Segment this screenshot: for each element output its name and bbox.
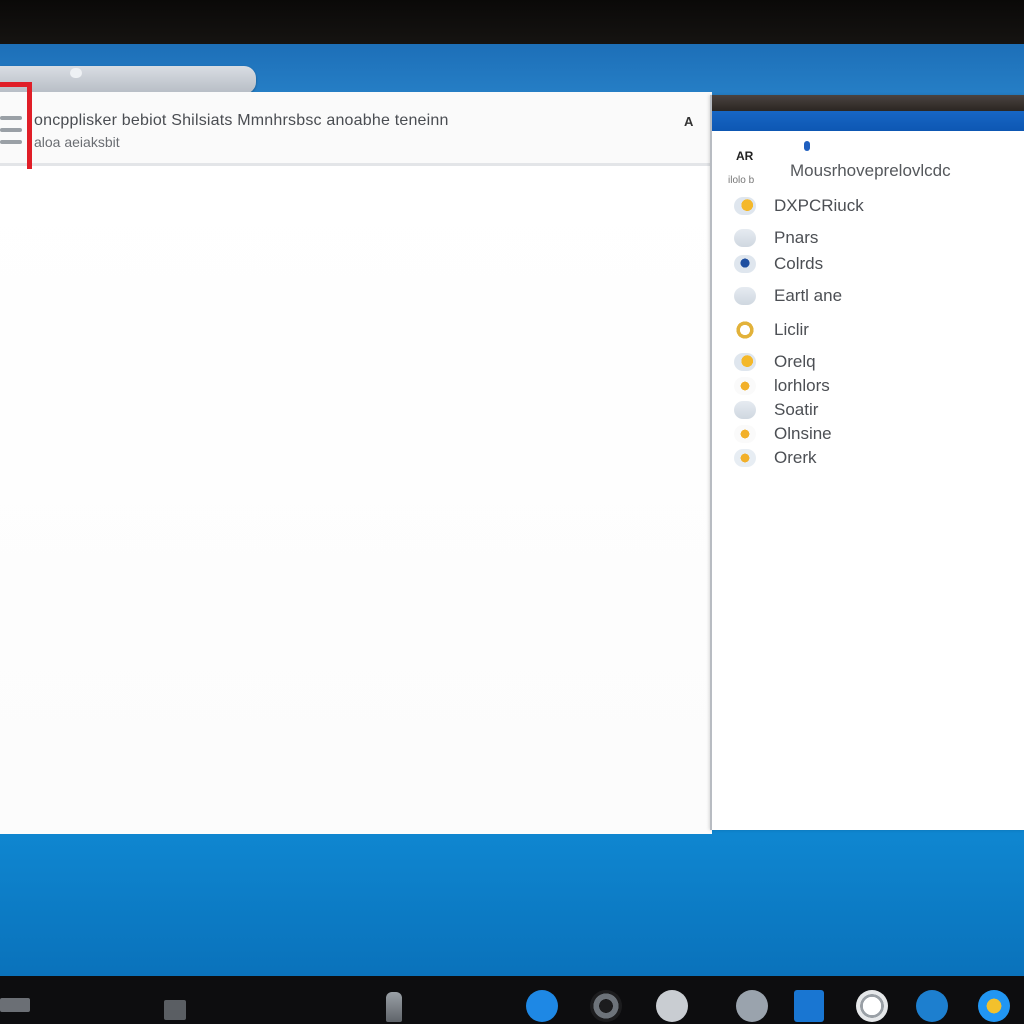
side-panel-item-label: Pnars — [774, 228, 819, 247]
pin-icon[interactable] — [804, 141, 810, 151]
side-panel-item[interactable]: Eartl ane — [712, 283, 1024, 311]
side-panel-item-label: Eartl ane — [774, 286, 843, 305]
sun-cloud-icon — [734, 197, 756, 215]
start-button[interactable] — [0, 998, 30, 1012]
header-subtitle: aloa aeiaksbit — [34, 134, 120, 150]
side-panel-heading: Mousrhoveprelovlcdc — [790, 161, 951, 180]
side-panel-item-label: Olnsine — [774, 424, 832, 443]
header-title: oncpplisker bebiot Shilsiats Mmnhrsbsc a… — [34, 112, 449, 129]
side-panel-item-label: Orelq — [774, 352, 816, 371]
side-panel-item-label: Soatir — [774, 400, 819, 419]
pin-icon — [734, 255, 756, 273]
side-panel-badge: AR — [736, 149, 754, 163]
sun-icon — [734, 425, 756, 443]
cloud-icon — [734, 401, 756, 419]
app-globe-icon[interactable] — [916, 990, 948, 1022]
side-panel-item-label: lorhlors — [774, 376, 830, 395]
sun-badge-icon — [734, 449, 756, 467]
app-figure-icon[interactable] — [656, 990, 688, 1022]
tab-favicon-icon — [70, 68, 82, 78]
app-circle-icon[interactable] — [856, 990, 888, 1022]
side-panel-item-label: Colrds — [774, 254, 824, 273]
camera-app-icon[interactable] — [590, 990, 622, 1022]
sun-icon — [734, 377, 756, 395]
taskbar — [0, 976, 1024, 1024]
main-content-area[interactable] — [0, 169, 712, 834]
ring-icon — [734, 321, 756, 339]
side-panel-item[interactable]: Orerk — [712, 445, 1024, 473]
side-panel-content: AR ilolo b Mousrhoveprelovlcdc DXPCRiuck… — [712, 131, 1024, 830]
side-panel-titlebar[interactable] — [712, 95, 1024, 111]
main-window: oncpplisker bebiot Shilsiats Mmnhrsbsc a… — [0, 82, 712, 834]
monitor-bezel — [0, 0, 1024, 44]
side-panel: AR ilolo b Mousrhoveprelovlcdc DXPCRiuck… — [710, 95, 1024, 830]
side-panel-item[interactable]: DXPCRiuck — [712, 193, 1024, 221]
side-panel-item[interactable]: Liclir — [712, 317, 1024, 345]
side-panel-accent-bar — [712, 111, 1024, 131]
weather-app-icon[interactable] — [978, 990, 1010, 1022]
side-panel-item[interactable]: Pnars — [712, 225, 1024, 253]
side-panel-item-label: Liclir — [774, 320, 809, 339]
header-corner-button[interactable]: A — [684, 114, 693, 129]
cloud-icon — [734, 287, 756, 305]
cloud-icon — [734, 229, 756, 247]
sun-cloud-icon — [734, 353, 756, 371]
browser-tab[interactable] — [0, 66, 256, 94]
side-panel-item[interactable]: Colrds — [712, 251, 1024, 279]
file-explorer-icon[interactable] — [164, 1000, 186, 1020]
side-panel-sublabel: ilolo b — [728, 175, 755, 186]
edge-browser-icon[interactable] — [526, 990, 558, 1022]
security-app-icon[interactable] — [794, 990, 824, 1022]
main-header: oncpplisker bebiot Shilsiats Mmnhrsbsc a… — [0, 92, 712, 166]
app-person-icon[interactable] — [736, 990, 768, 1022]
side-panel-item-label: Orerk — [774, 448, 817, 467]
app-bottle-icon[interactable] — [386, 992, 402, 1022]
side-panel-item-label: DXPCRiuck — [774, 196, 864, 215]
